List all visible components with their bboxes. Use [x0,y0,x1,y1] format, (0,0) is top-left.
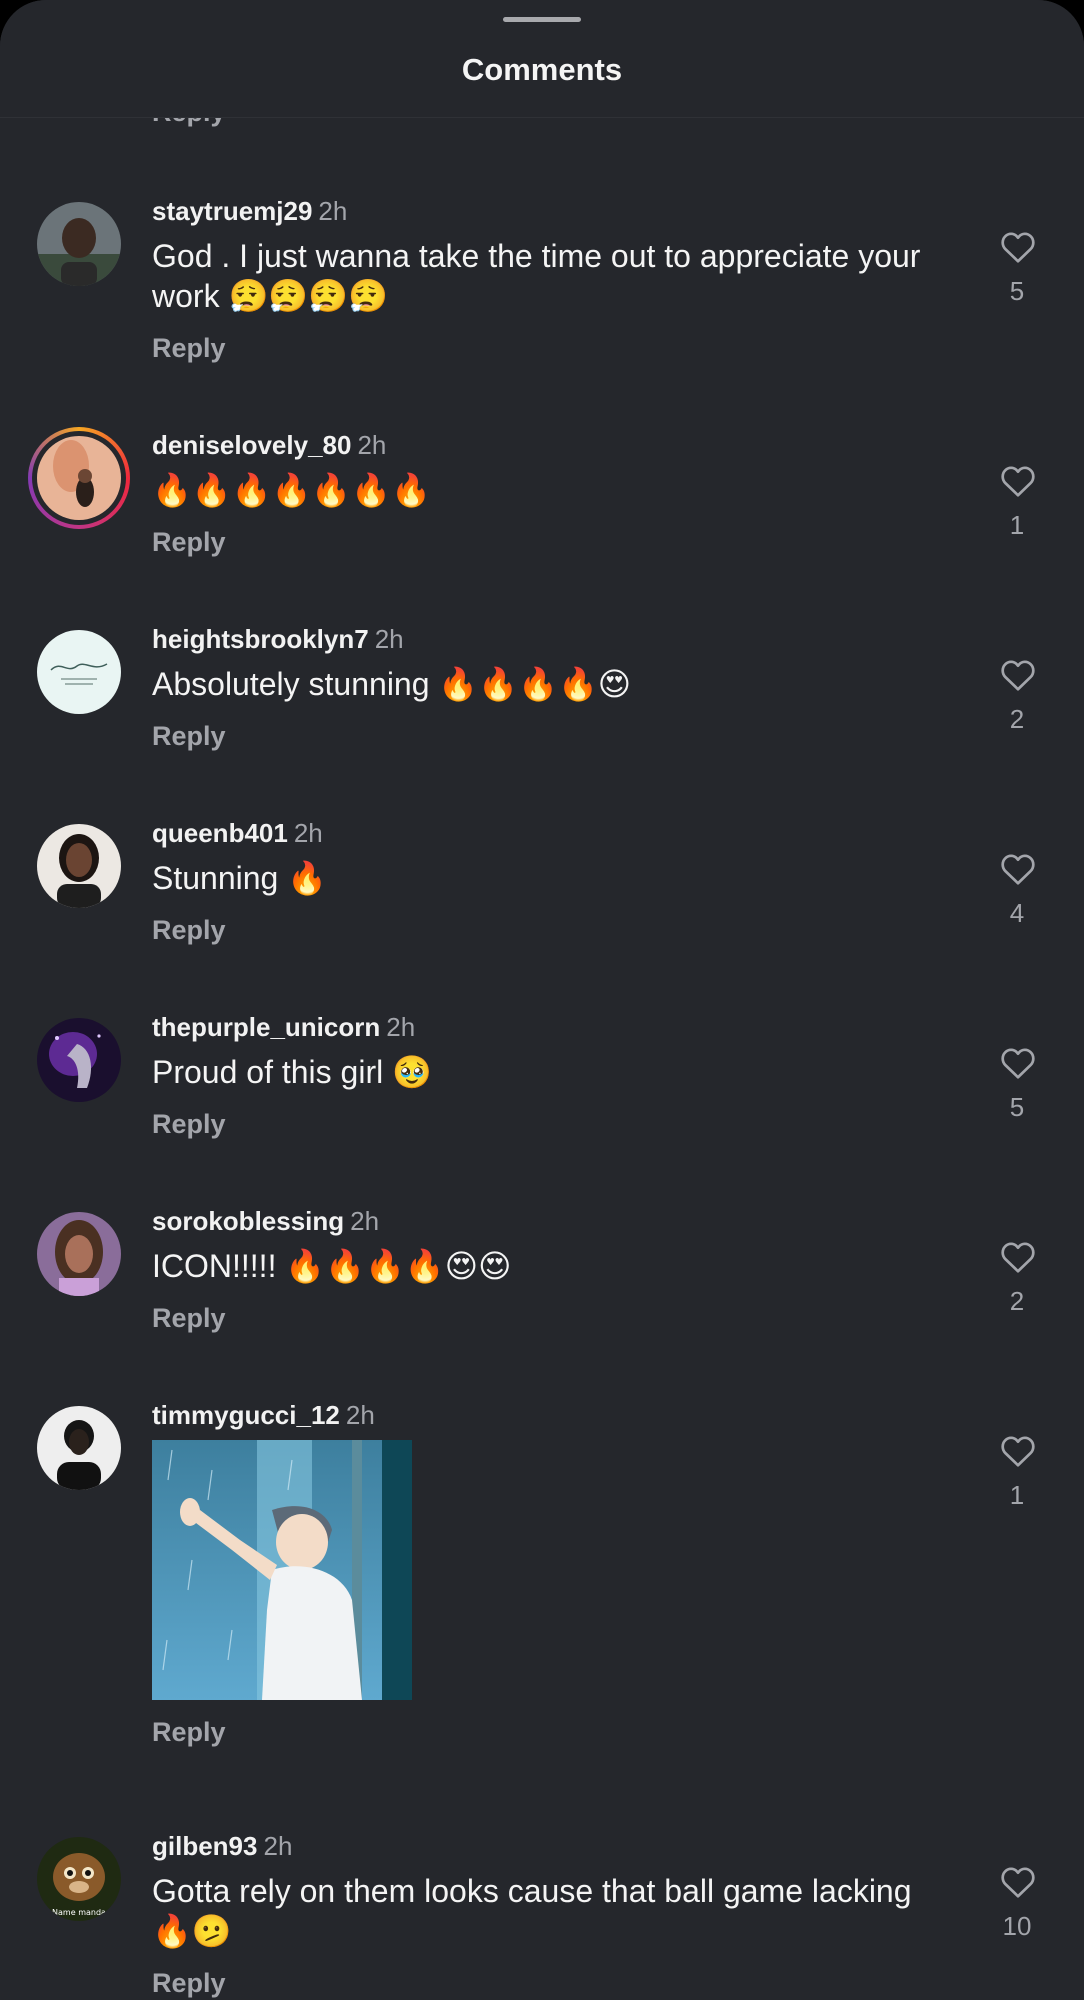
sheet-header: Comments [0,0,1084,118]
comment-text-line: Gotta rely on them looks cause that ball… [152,1873,912,1909]
comment-time: 2h [357,430,387,460]
comments-sheet: Reply staytruemj292h God . I just wanna … [0,0,1084,2000]
like-count: 2 [1009,1286,1025,1316]
heart-outline-icon[interactable] [1000,1865,1036,1899]
avatar[interactable] [37,1406,121,1490]
heart-outline-icon[interactable] [1000,230,1036,264]
like-count: 1 [1009,510,1025,540]
heart-outline-icon[interactable] [1000,1046,1036,1080]
reply-button[interactable]: Reply [152,721,226,752]
avatar[interactable] [37,202,121,286]
gif-image[interactable] [152,1440,412,1700]
like-count: 10 [1002,1911,1032,1941]
avatar[interactable] [37,1212,121,1296]
heart-outline-icon[interactable] [1000,1240,1036,1274]
comment-text-line: work 😮‍💨😮‍💨😮‍💨😮‍💨 [152,278,388,314]
like-count: 2 [1009,704,1025,734]
reply-button[interactable]: Reply [152,333,226,364]
comments-list[interactable]: Reply staytruemj292h God . I just wanna … [0,0,1084,2000]
reply-button[interactable]: Reply [152,1109,226,1140]
comment-username[interactable]: gilben93 [152,1831,257,1861]
comment-username[interactable]: timmygucci_12 [152,1400,340,1430]
comment-text-line: God . I just wanna take the time out to … [152,238,921,274]
reply-button[interactable]: Reply [152,1968,226,1999]
like-control[interactable]: 5 [984,212,1050,306]
heart-outline-icon[interactable] [1000,1434,1036,1468]
comment-time: 2h [345,1400,375,1430]
comment-text: Absolutely stunning 🔥🔥🔥🔥😍 [152,666,632,702]
reply-button[interactable]: Reply [152,527,226,558]
like-control[interactable]: 1 [984,446,1050,540]
like-control[interactable]: 2 [984,1222,1050,1316]
comment-time: 2h [386,1012,416,1042]
comment-text: Gotta rely on them looks cause that ball… [152,1871,952,1951]
like-count: 1 [1009,1480,1025,1510]
heart-outline-icon[interactable] [1000,464,1036,498]
heart-outline-icon[interactable] [1000,658,1036,692]
avatar[interactable] [37,630,121,714]
comment-username[interactable]: deniselovely_80 [152,430,351,460]
comment-time: 2h [263,1831,293,1861]
comment-username[interactable]: thepurple_unicorn [152,1012,380,1042]
like-count: 5 [1009,276,1025,306]
avatar[interactable] [37,436,121,520]
like-control[interactable]: 1 [984,1416,1050,1510]
comment-text: Proud of this girl 🥹 [152,1054,432,1090]
reply-button[interactable]: Reply [152,1303,226,1334]
comment-username[interactable]: staytruemj29 [152,196,312,226]
comment-time: 2h [374,624,404,654]
like-control[interactable]: 10 [984,1847,1050,1941]
avatar[interactable]: Name manda [37,1837,121,1921]
like-control[interactable]: 2 [984,640,1050,734]
comment-time: 2h [293,818,323,848]
comment-text: ICON!!!!! 🔥🔥🔥🔥😍😍 [152,1248,512,1284]
comment-time: 2h [318,196,348,226]
like-count: 4 [1009,898,1025,928]
comment-text: 🔥🔥🔥🔥🔥🔥🔥 [152,472,431,508]
like-count: 5 [1009,1092,1025,1122]
avatar[interactable] [37,824,121,908]
heart-outline-icon[interactable] [1000,852,1036,886]
comment-username[interactable]: heightsbrooklyn7 [152,624,369,654]
like-control[interactable]: 4 [984,834,1050,928]
comment-username[interactable]: sorokoblessing [152,1206,344,1236]
reply-button[interactable]: Reply [152,1717,226,1748]
comment-text-line: 🔥🫤 [152,1913,232,1949]
page-title: Comments [461,52,623,87]
comment-text: Stunning 🔥 [152,860,328,896]
avatar[interactable] [37,1018,121,1102]
comment-username[interactable]: queenb401 [152,818,288,848]
comment-time: 2h [350,1206,380,1236]
drag-handle[interactable] [503,17,581,22]
comment-text: God . I just wanna take the time out to … [152,236,952,316]
reply-button[interactable]: Reply [152,915,226,946]
avatar-caption: Name manda [52,1908,106,1917]
like-control[interactable]: 5 [984,1028,1050,1122]
